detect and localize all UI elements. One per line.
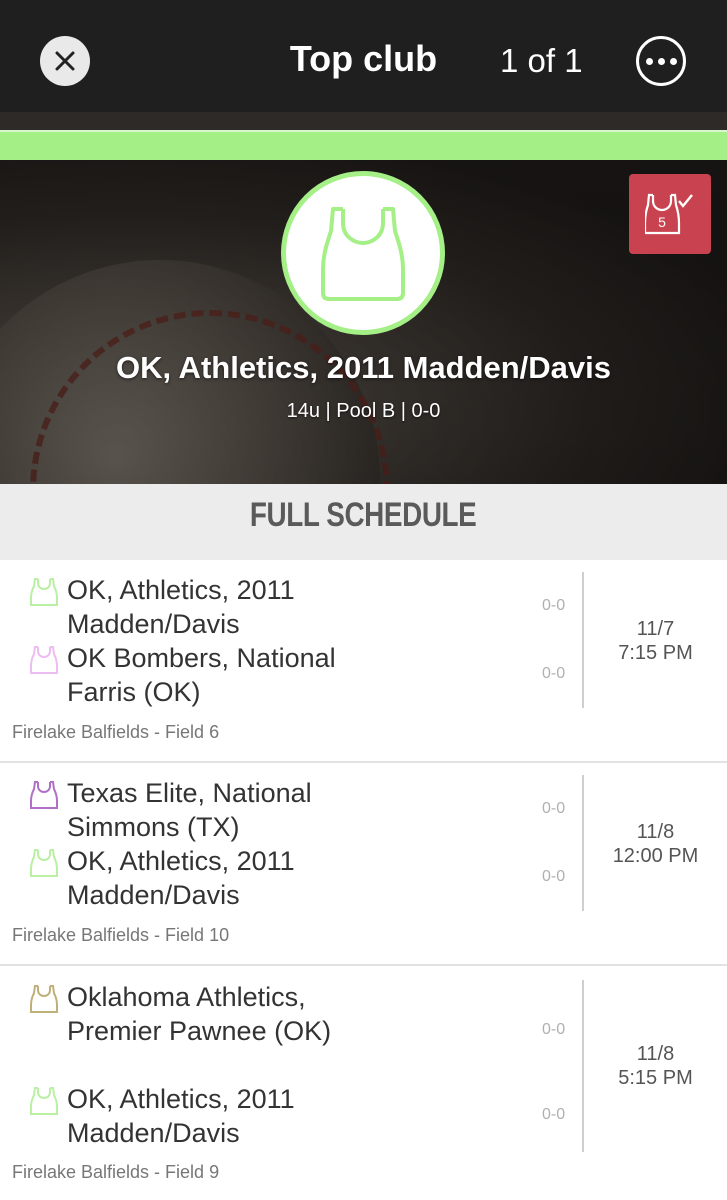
schedule-heading-text: FULL SCHEDULE	[250, 496, 477, 534]
top-strip	[0, 112, 727, 130]
game-team-name: OK, Athletics, 2011 Madden/Davis	[67, 1084, 295, 1148]
page-counter: 1 of 1	[500, 42, 583, 79]
team-record: 0-0	[542, 597, 566, 614]
top-bar: Top club 1 of 1	[0, 0, 727, 112]
jersey-icon	[30, 985, 58, 1013]
jersey-icon	[30, 646, 58, 674]
jersey-icon	[30, 781, 58, 809]
jersey-icon	[30, 1087, 58, 1115]
game-card[interactable]: Texas Elite, National Simmons (TX) OK, A…	[0, 763, 727, 966]
screenshot-content: 5 OK, Athletics, 2011 Madden/Davis 14u |…	[0, 112, 727, 1200]
jersey-icon	[321, 207, 405, 301]
team-header: 5 OK, Athletics, 2011 Madden/Davis 14u |…	[0, 160, 727, 484]
team-name: OK, Athletics, 2011 Madden/Davis	[115, 350, 612, 385]
jersey-check-icon: 5	[645, 193, 693, 235]
page-title: Top club	[0, 38, 727, 80]
game-venue: Firelake Balfields - Field 10	[12, 925, 230, 945]
team-record: 0-0	[542, 868, 566, 885]
more-icon-dot	[669, 57, 677, 65]
game-card[interactable]: Oklahoma Athletics, Premier Pawnee (OK) …	[0, 966, 727, 1200]
game-time: 5:15 PM	[618, 1067, 693, 1089]
page-title-text: Top club	[289, 38, 438, 79]
game-venue: Firelake Balfields - Field 9	[12, 1162, 220, 1182]
team-logo[interactable]	[281, 171, 445, 335]
game-time: 12:00 PM	[612, 845, 699, 867]
game-date: 11/8	[636, 821, 675, 843]
team-record: 0-0	[542, 1021, 566, 1038]
schedule-heading: FULL SCHEDULE	[0, 484, 727, 560]
team-record: 0-0	[542, 800, 566, 817]
team-record: 0-0	[542, 1106, 566, 1123]
game-time: 7:15 PM	[618, 642, 693, 664]
team-meta: 14u | Pool B | 0-0	[286, 400, 441, 422]
game-venue: Firelake Balfields - Field 6	[12, 722, 220, 742]
game-team-name: Texas Elite, National Simmons (TX)	[67, 778, 312, 842]
jersey-icon	[30, 578, 58, 606]
team-record: 0-0	[542, 665, 566, 682]
badge-number: 5	[658, 214, 666, 230]
more-icon-dot	[657, 57, 665, 65]
team-badge-button[interactable]: 5	[629, 174, 711, 254]
game-team-name: OK Bombers, National Farris (OK)	[67, 643, 336, 707]
more-icon	[645, 57, 653, 65]
jersey-icon	[30, 849, 58, 877]
team-color-bar	[0, 130, 727, 160]
game-date: 11/7	[636, 618, 675, 640]
game-team-name: OK, Athletics, 2011 Madden/Davis	[67, 846, 295, 910]
game-card[interactable]: OK, Athletics, 2011 Madden/Davis OK Bomb…	[0, 560, 727, 763]
more-options-button[interactable]	[636, 36, 686, 86]
game-date: 11/8	[636, 1043, 675, 1065]
game-team-name: Oklahoma Athletics, Premier Pawnee (OK)	[67, 982, 332, 1046]
game-team-name: OK, Athletics, 2011 Madden/Davis	[67, 575, 295, 639]
